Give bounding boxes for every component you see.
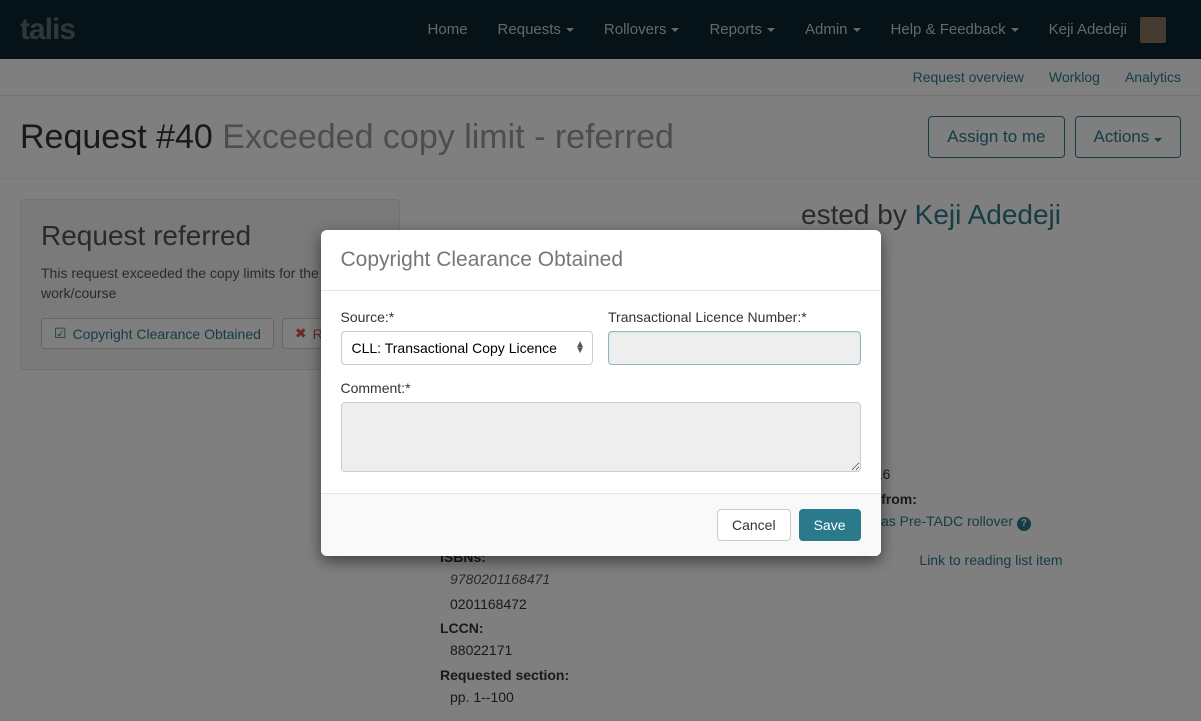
comment-label: Comment:* bbox=[341, 380, 861, 396]
clearance-modal: Copyright Clearance Obtained Source:* CL… bbox=[321, 230, 881, 556]
save-button[interactable]: Save bbox=[799, 509, 861, 541]
licence-group: Transactional Licence Number:* bbox=[608, 309, 861, 365]
modal-overlay[interactable]: Copyright Clearance Obtained Source:* CL… bbox=[0, 0, 1201, 721]
modal-body: Source:* CLL: Transactional Copy Licence… bbox=[321, 291, 881, 493]
source-select[interactable]: CLL: Transactional Copy Licence bbox=[341, 331, 594, 365]
licence-input[interactable] bbox=[608, 331, 861, 365]
modal-header: Copyright Clearance Obtained bbox=[321, 230, 881, 291]
modal-title: Copyright Clearance Obtained bbox=[341, 248, 861, 272]
source-group: Source:* CLL: Transactional Copy Licence… bbox=[341, 309, 594, 365]
cancel-button[interactable]: Cancel bbox=[717, 509, 791, 541]
modal-footer: Cancel Save bbox=[321, 493, 881, 556]
licence-label: Transactional Licence Number:* bbox=[608, 309, 861, 325]
comment-textarea[interactable] bbox=[341, 402, 861, 472]
source-label: Source:* bbox=[341, 309, 594, 325]
comment-group: Comment:* bbox=[341, 380, 861, 475]
